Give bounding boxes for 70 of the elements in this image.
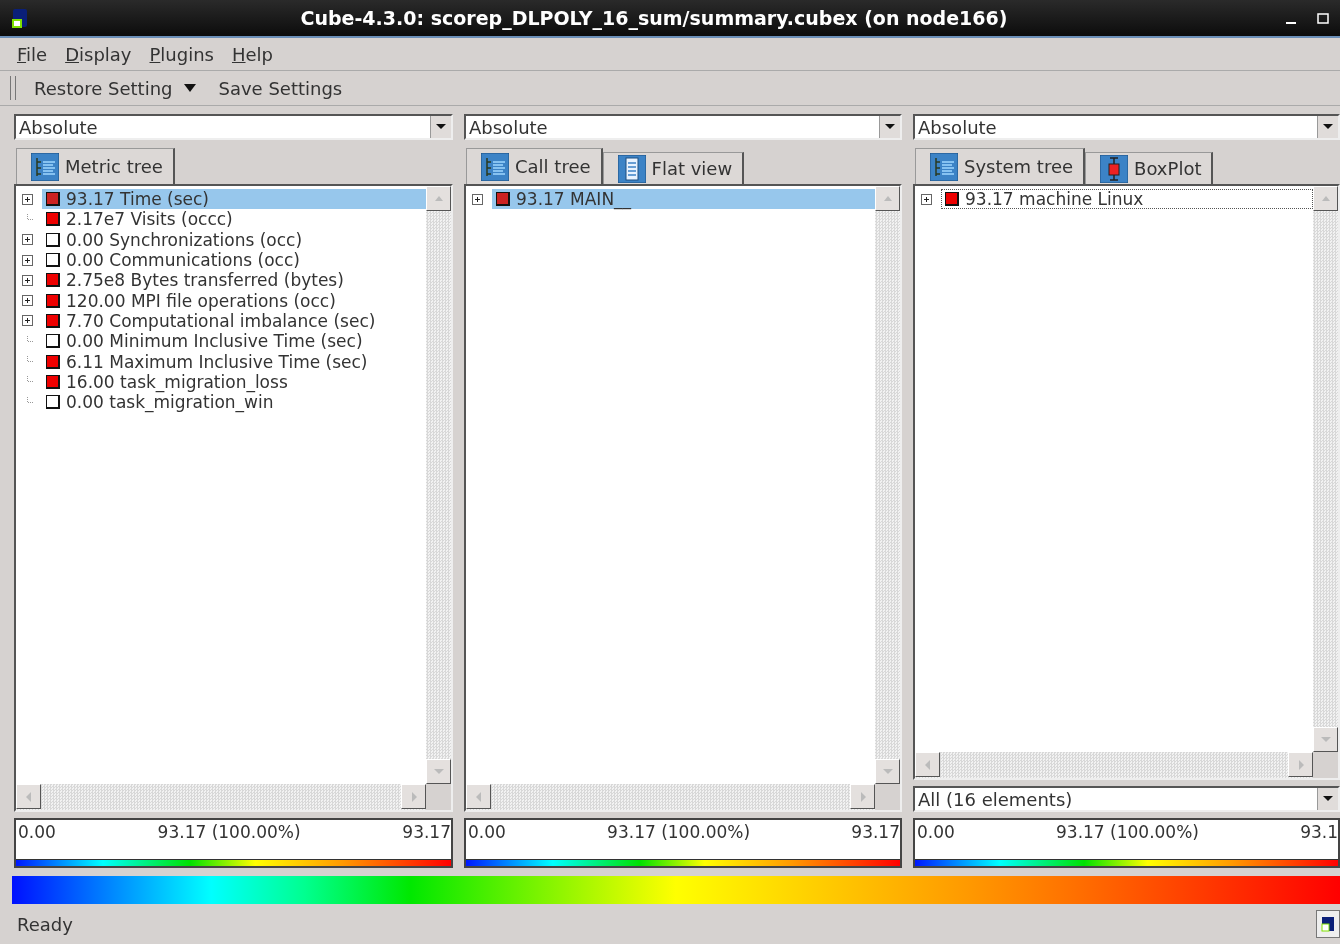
expand-icon[interactable] — [22, 193, 33, 205]
tree-item[interactable]: 2.75e8 Bytes transferred (bytes) — [42, 270, 426, 291]
menu-item[interactable]: Plugins — [149, 43, 214, 65]
tab[interactable]: System tree — [915, 148, 1086, 184]
scroll-left-button[interactable] — [16, 784, 41, 809]
tab[interactable]: Flat view — [602, 152, 745, 184]
value-range: 0.00 93.17 (100.00%) 93.17 — [464, 818, 902, 868]
expand-icon[interactable] — [22, 274, 33, 286]
scrollbar-corner — [1313, 752, 1338, 778]
scroll-up-button[interactable] — [426, 186, 451, 211]
boxplot-icon — [1100, 154, 1129, 183]
tree-item[interactable]: 93.17 machine Linux — [941, 189, 1313, 210]
save-settings-button[interactable]: Save Settings — [214, 75, 347, 101]
tree-item[interactable]: 93.17 Time (sec) — [42, 189, 426, 210]
mode-dropdown[interactable]: Absolute — [464, 114, 902, 140]
tree-icon — [31, 152, 59, 181]
mode-dropdown[interactable]: Absolute — [14, 114, 453, 140]
menu-item[interactable]: Display — [65, 43, 132, 65]
restore-setting-button[interactable]: Restore Setting — [30, 75, 201, 101]
tab[interactable]: Metric tree — [16, 148, 175, 184]
tree-item[interactable]: 120.00 MPI file operations (occ) — [42, 290, 426, 311]
scroll-right-button[interactable] — [401, 784, 426, 809]
tree-item[interactable]: 0.00 Synchronizations (occ) — [42, 229, 426, 250]
scrollbar-corner — [875, 784, 900, 810]
horizontal-scrollbar[interactable] — [16, 784, 426, 810]
tree-item[interactable]: 16.00 task_migration_loss — [42, 371, 426, 392]
value-range: 0.00 93.17 (100.00%) 93.1 — [913, 818, 1340, 868]
expand-icon[interactable] — [921, 193, 932, 205]
tree-icon — [930, 152, 958, 181]
expand-icon[interactable] — [22, 254, 33, 266]
status-text: Ready — [17, 913, 73, 935]
scrollbar-corner — [426, 784, 451, 810]
scroll-down-button[interactable] — [426, 759, 451, 784]
scroll-left-button[interactable] — [466, 784, 491, 809]
horizontal-scrollbar[interactable] — [915, 752, 1313, 778]
scroll-up-button[interactable] — [1313, 186, 1338, 211]
tab[interactable]: BoxPlot — [1085, 152, 1214, 184]
value-range: 0.00 93.17 (100.00%) 93.17 — [14, 818, 453, 868]
expand-icon[interactable] — [22, 234, 33, 246]
expand-icon[interactable] — [22, 295, 33, 307]
tree-item[interactable]: 0.00 task_migration_win — [42, 392, 426, 413]
tree-item[interactable]: 0.00 Minimum Inclusive Time (sec) — [42, 331, 426, 352]
filter-dropdown[interactable]: All (16 elements) — [913, 786, 1340, 812]
tree-icon — [481, 152, 509, 181]
app-icon — [12, 8, 28, 28]
scroll-right-button[interactable] — [1288, 752, 1313, 777]
tab[interactable]: Call tree — [466, 148, 603, 184]
expand-icon[interactable] — [472, 193, 483, 205]
expand-icon[interactable] — [22, 315, 33, 327]
mode-dropdown[interactable]: Absolute — [913, 114, 1340, 140]
tree-item[interactable]: 2.17e7 Visits (occc) — [42, 209, 426, 230]
menu-item[interactable]: File — [17, 43, 48, 65]
vertical-scrollbar[interactable] — [875, 186, 900, 784]
tree-item[interactable]: 7.70 Computational imbalance (sec) — [42, 310, 426, 331]
scroll-up-button[interactable] — [875, 186, 900, 211]
scroll-right-button[interactable] — [850, 784, 875, 809]
document-icon — [617, 154, 646, 183]
caret-icon — [184, 84, 197, 92]
vertical-scrollbar[interactable] — [1313, 186, 1338, 752]
scroll-down-button[interactable] — [875, 759, 900, 784]
app-icon — [1316, 910, 1340, 938]
vertical-scrollbar[interactable] — [426, 186, 451, 784]
scroll-down-button[interactable] — [1313, 727, 1338, 752]
tree-item[interactable]: 93.17 MAIN__ — [492, 189, 875, 210]
title-bar: Cube-4.3.0: scorep_DLPOLY_16_sum/summary.cubex (on node166) — [0, 0, 1340, 38]
horizontal-scrollbar[interactable] — [466, 784, 875, 810]
tree-item[interactable]: 0.00 Communications (occ) — [42, 250, 426, 271]
tree-item[interactable]: 6.11 Maximum Inclusive Time (sec) — [42, 351, 426, 372]
scroll-left-button[interactable] — [915, 752, 940, 777]
menu-item[interactable]: Help — [232, 43, 274, 65]
